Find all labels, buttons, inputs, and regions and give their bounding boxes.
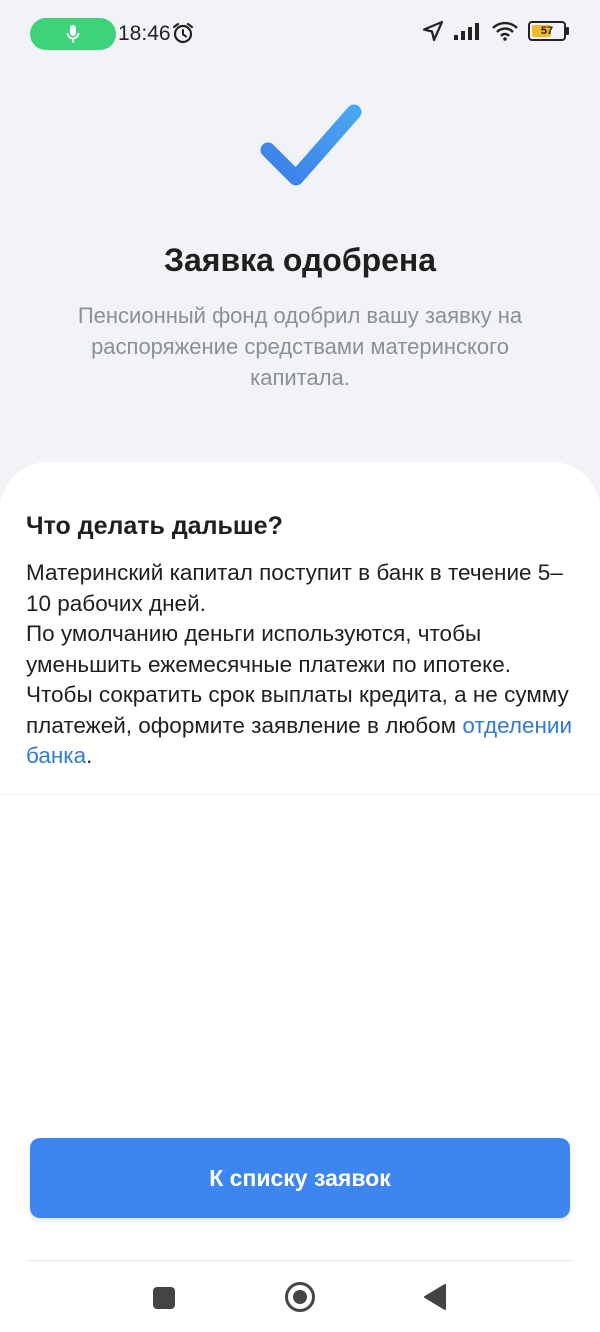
card-text-2-end: . bbox=[86, 743, 93, 768]
battery-level: 57 bbox=[540, 25, 554, 37]
check-icon bbox=[260, 104, 362, 186]
wifi-icon bbox=[492, 21, 518, 41]
mic-indicator[interactable] bbox=[30, 18, 116, 50]
card-body: Материнский капитал поступит в банк в те… bbox=[26, 558, 576, 772]
home-icon[interactable] bbox=[284, 1281, 316, 1313]
card-text-2: По умолчанию деньги используются, чтобы … bbox=[26, 619, 576, 772]
to-applications-list-button[interactable]: К списку заявок bbox=[30, 1138, 570, 1218]
page-subtitle: Пенсионный фонд одобрил вашу заявку на р… bbox=[77, 303, 523, 390]
location-icon bbox=[422, 20, 444, 42]
card-title: Что делать дальше? bbox=[26, 512, 283, 540]
page-title: Заявка одобрена bbox=[163, 242, 437, 278]
recents-icon[interactable] bbox=[153, 1287, 175, 1309]
signal-icon bbox=[454, 23, 479, 40]
status-time: 18:46 bbox=[118, 22, 171, 45]
bottom-divider bbox=[26, 1260, 574, 1261]
battery-icon: 57 bbox=[528, 21, 569, 41]
back-icon[interactable] bbox=[423, 1284, 447, 1310]
alarm-icon bbox=[172, 22, 194, 44]
card-divider bbox=[0, 794, 600, 795]
mic-icon bbox=[66, 25, 80, 43]
card-text-1: Материнский капитал поступит в банк в те… bbox=[26, 560, 563, 616]
system-nav-bar bbox=[0, 1262, 600, 1332]
status-bar: 18:46 57 bbox=[0, 0, 600, 68]
